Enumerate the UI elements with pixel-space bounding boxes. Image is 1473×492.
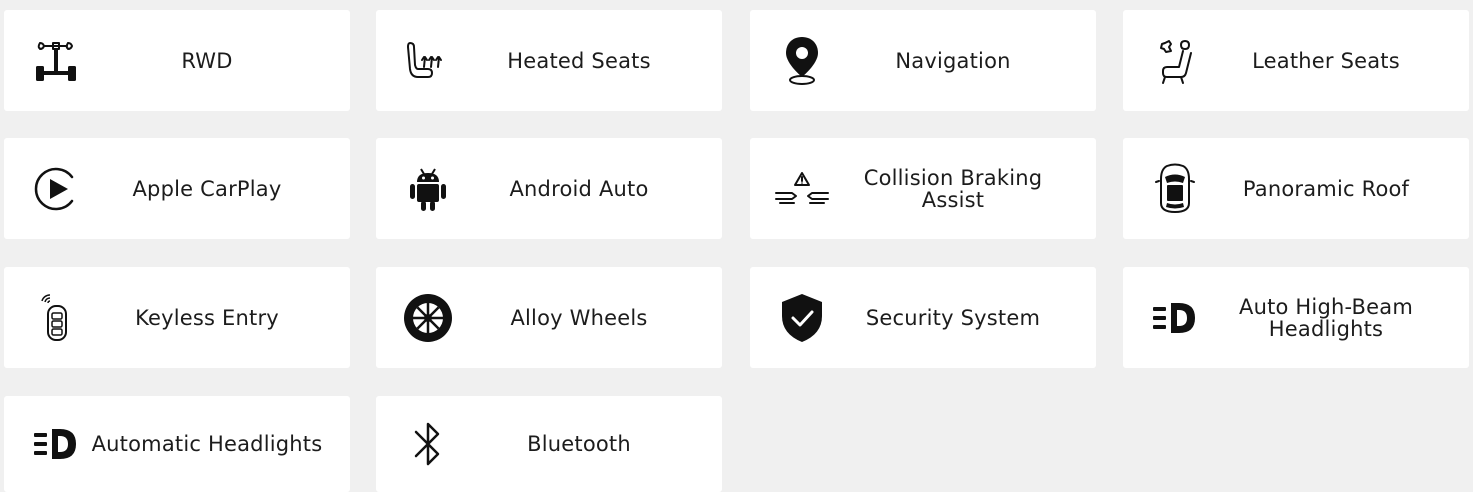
feature-label: Apple CarPlay [132,176,282,201]
feature-card-auto-high-beam-headlights[interactable]: Auto High-Beam Headlights [1123,267,1469,368]
feature-label: Heated Seats [507,48,651,73]
feature-label: Auto High-Beam Headlights [1239,294,1413,341]
feature-card-leather-seats[interactable]: Leather Seats [1123,10,1469,111]
feature-label: Automatic Headlights [91,432,323,456]
feature-card-panoramic-roof[interactable]: Panoramic Roof [1123,138,1469,239]
leather-seat-icon [1145,37,1205,85]
feature-card-collision-braking-assist[interactable]: Collision Braking Assist [750,138,1096,239]
feature-card-navigation[interactable]: Navigation [750,10,1096,111]
headlight-icon [26,426,86,462]
map-pin-icon [772,35,832,87]
play-circle-icon [26,165,86,213]
car-roof-icon [1145,163,1205,215]
feature-card-keyless-entry[interactable]: Keyless Entry [4,267,350,368]
android-icon [398,165,458,213]
feature-label: RWD [181,48,233,73]
feature-label: Android Auto [509,176,649,201]
feature-label: Navigation [895,48,1011,73]
features-grid: RWD Heated Seats Navigation Leather Seat… [0,0,1473,492]
feature-label: Leather Seats [1252,48,1400,73]
shield-check-icon [772,292,832,344]
feature-label: Security System [865,305,1041,330]
feature-card-security-system[interactable]: Security System [750,267,1096,368]
collision-warning-icon [772,165,832,213]
feature-card-apple-carplay[interactable]: Apple CarPlay [4,138,350,239]
feature-card-alloy-wheels[interactable]: Alloy Wheels [376,267,722,368]
feature-label: Alloy Wheels [510,305,648,330]
bluetooth-icon [398,418,458,470]
heated-seat-icon [398,37,458,85]
feature-card-android-auto[interactable]: Android Auto [376,138,722,239]
feature-label: Bluetooth [527,432,631,456]
feature-label: Keyless Entry [135,305,279,330]
wheel-icon [398,292,458,344]
key-fob-icon [26,292,86,344]
feature-card-rwd[interactable]: RWD [4,10,350,111]
feature-card-bluetooth[interactable]: Bluetooth [376,396,722,492]
feature-label: Panoramic Roof [1242,176,1410,201]
feature-card-automatic-headlights[interactable]: Automatic Headlights [4,396,350,492]
headlight-icon [1145,300,1205,336]
feature-card-heated-seats[interactable]: Heated Seats [376,10,722,111]
drivetrain-icon [26,37,86,85]
feature-label: Collision Braking Assist [863,165,1043,212]
